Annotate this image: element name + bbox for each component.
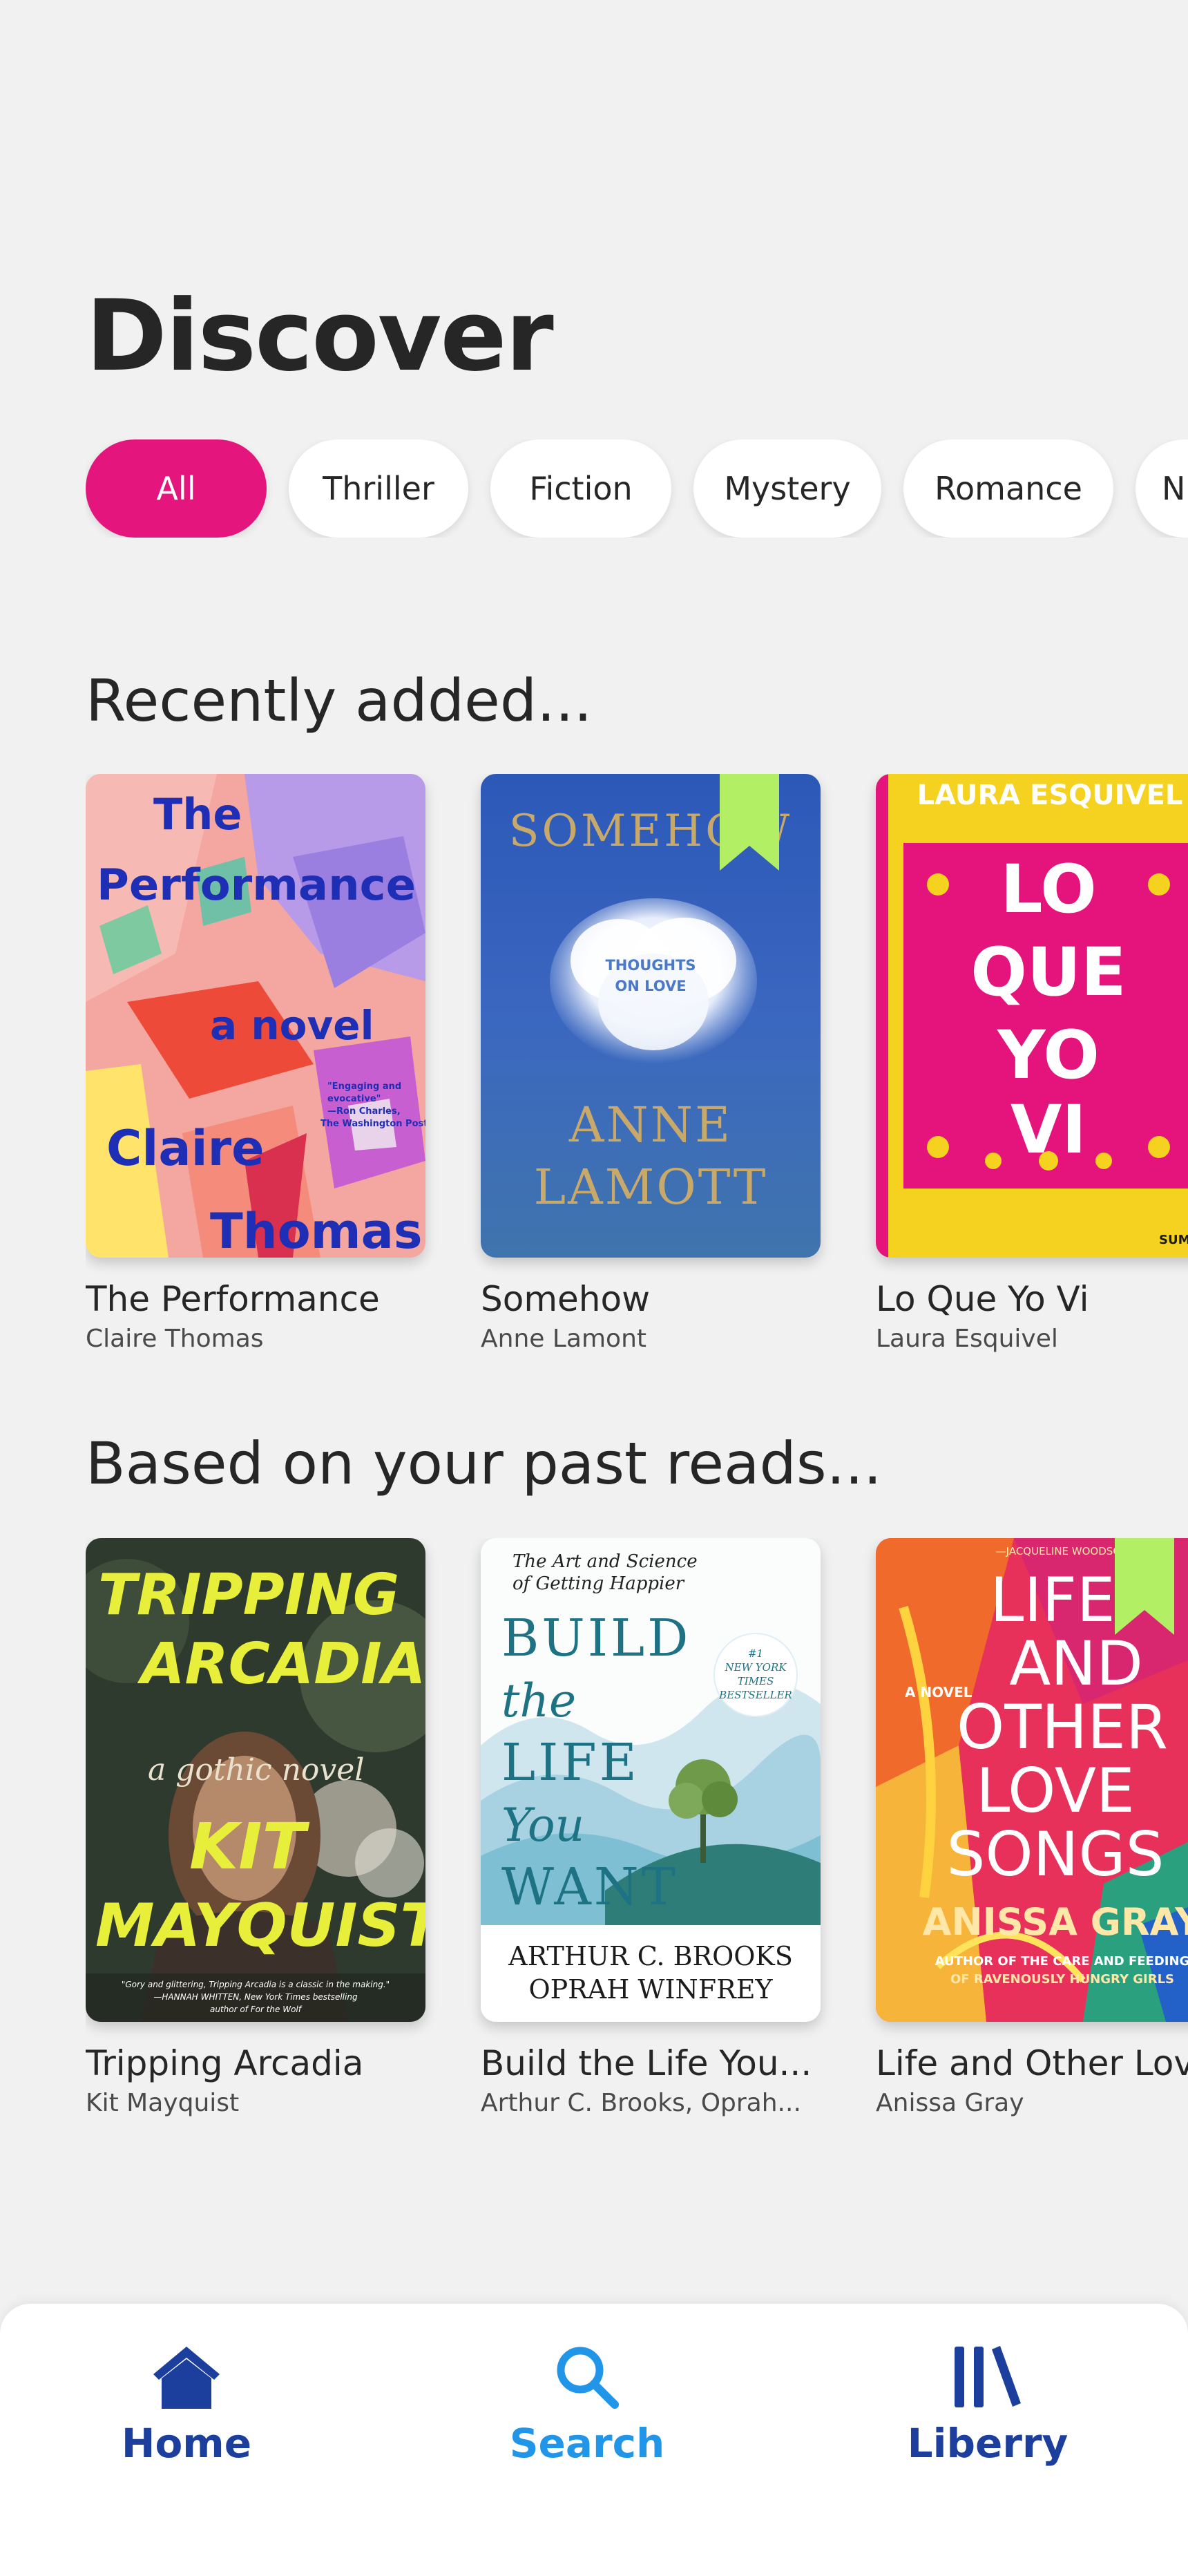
cover-text: LOVE (976, 1755, 1134, 1826)
book-card[interactable]: SOMEHOW ANNE LAMOTT THOUGHTS ON LOVE Som… (481, 774, 821, 1354)
book-title: The Performance (86, 1280, 380, 1319)
book-card[interactable]: TRIPPING ARCADIA KIT MAYQUIST a gothic n… (86, 1538, 425, 2118)
cover-text: LO (1000, 851, 1096, 928)
cover-text: LAMOTT (534, 1159, 768, 1215)
filter-chip-mystery[interactable]: Mystery (693, 439, 881, 538)
cover-text: the (501, 1674, 576, 1727)
cover-text: VI (1010, 1091, 1086, 1168)
cover-text: of Getting Happier (512, 1573, 685, 1594)
cover-text: Thomas (210, 1203, 423, 1258)
recently-added-carousel: The Performance a novel Claire Thomas "E… (86, 774, 1188, 1368)
book-cover[interactable]: TRIPPING ARCADIA KIT MAYQUIST a gothic n… (86, 1538, 425, 2022)
book-cover[interactable]: SOMEHOW ANNE LAMOTT THOUGHTS ON LOVE (481, 774, 821, 1258)
bottom-navigation: Home Search Liberry (0, 2304, 1188, 2576)
filter-chip-partial[interactable]: N (1136, 439, 1188, 538)
page-title: Discover (86, 279, 554, 393)
cover-text: OPRAH WINFREY (528, 1974, 773, 2005)
cover-text: —JACQUELINE WOODSON (996, 1545, 1129, 1557)
cover-text: ARCADIA (137, 1631, 425, 1697)
cover-text: ARTHUR C. BROOKS (508, 1941, 793, 1971)
cover-text: BESTSELLER (718, 1689, 792, 1701)
filter-chip-all[interactable]: All (86, 439, 267, 538)
cover-text: SONGS (946, 1819, 1164, 1890)
nav-label: Home (121, 2420, 252, 2467)
cover-text: ANNE (568, 1097, 732, 1153)
cover-text: AND (1009, 1628, 1143, 1699)
bookmark-icon[interactable] (1115, 1538, 1174, 1635)
search-icon (557, 2347, 619, 2409)
book-card[interactable]: The Art and Science of Getting Happier B… (481, 1538, 821, 2118)
cover-text: OTHER (957, 1692, 1168, 1763)
book-cover[interactable]: —JACQUELINE WOODSON A NOVEL LIFE AND OTH… (876, 1538, 1188, 2022)
cover-text: —Ron Charles, (327, 1106, 401, 1117)
cover-text: OF RAVENOUSLY HUNGRY GIRLS (950, 1972, 1174, 1987)
library-icon (955, 2346, 1021, 2407)
cover-text: NEW YORK (725, 1661, 787, 1674)
book-author: Kit Mayquist (86, 2088, 240, 2117)
cover-text: LIFE (501, 1733, 640, 1792)
cover-text: MAYQUIST (95, 1891, 425, 1960)
bookmark-icon[interactable] (720, 774, 779, 871)
cover-text: You (501, 1799, 584, 1852)
cover-text: evocative" (327, 1094, 381, 1104)
cover-text: LAURA ESQUIVEL (917, 779, 1183, 811)
cover-text: TRIPPING (98, 1562, 399, 1628)
filter-chip-romance[interactable]: Romance (903, 439, 1113, 538)
book-title: Lo Que Yo Vi (876, 1280, 1089, 1319)
book-cover[interactable]: LAURA ESQUIVEL LO QUE YO VI SUMA (876, 774, 1188, 1258)
cover-text: —HANNAH WHITTEN, New York Times bestsell… (153, 1992, 358, 2002)
book-author: Anissa Gray (876, 2088, 1024, 2117)
book-author: Claire Thomas (86, 1324, 264, 1353)
cover-text: a novel (210, 1002, 374, 1049)
cover-text: #1 (748, 1647, 763, 1660)
genre-filter-bar: All Thriller Fiction Mystery Romance N (86, 439, 1188, 538)
book-cover[interactable]: The Performance a novel Claire Thomas "E… (86, 774, 425, 1258)
cover-text: BUILD (501, 1609, 691, 1668)
nav-label: Liberry (907, 2420, 1069, 2467)
nav-label: Search (509, 2420, 665, 2467)
cover-text: The Washington Post (320, 1119, 425, 1129)
cover-text: ANISSA GRAY (923, 1900, 1188, 1944)
home-icon (153, 2347, 220, 2409)
cover-text: "Engaging and (327, 1081, 401, 1092)
section-title-recently-added: Recently added... (86, 667, 593, 735)
cover-text: "Gory and glittering, Tripping Arcadia i… (122, 1980, 390, 1989)
book-card[interactable]: LAURA ESQUIVEL LO QUE YO VI SUMA Lo Que … (876, 774, 1188, 1354)
cover-text: Performance (97, 860, 416, 910)
book-title: Tripping Arcadia (86, 2044, 364, 2083)
cover-text: SUMA (1159, 1233, 1188, 1247)
book-cover[interactable]: The Art and Science of Getting Happier B… (481, 1538, 821, 2022)
cover-text: LIFE (990, 1564, 1115, 1636)
cover-text: WANT (501, 1857, 678, 1917)
cover-text: Claire (106, 1120, 265, 1177)
nav-item-search[interactable]: Search (483, 2344, 691, 2467)
cover-text: author of For the Wolf (210, 2005, 303, 2014)
cover-text: THOUGHTS (605, 957, 696, 974)
book-title: Life and Other Love Songs (876, 2044, 1188, 2083)
cover-text: ON LOVE (615, 978, 686, 994)
book-title: Somehow (481, 1280, 650, 1319)
book-title: Build the Life You... (481, 2044, 812, 2083)
cover-text: KIT (189, 1810, 310, 1884)
nav-item-library[interactable]: Liberry (884, 2344, 1091, 2467)
filter-chip-fiction[interactable]: Fiction (490, 439, 671, 538)
past-reads-carousel: TRIPPING ARCADIA KIT MAYQUIST a gothic n… (86, 1538, 1188, 2132)
book-card[interactable]: The Performance a novel Claire Thomas "E… (86, 774, 425, 1354)
filter-chip-thriller[interactable]: Thriller (289, 439, 468, 538)
cover-text: AUTHOR OF THE CARE AND FEEDING (935, 1954, 1188, 1969)
nav-item-home[interactable]: Home (83, 2344, 290, 2467)
book-author: Arthur C. Brooks, Oprah... (481, 2088, 801, 2117)
book-author: Laura Esquivel (876, 1324, 1058, 1353)
cover-text: QUE (970, 934, 1126, 1011)
cover-text: YO (997, 1016, 1100, 1094)
cover-text: The (153, 789, 242, 840)
cover-text: a gothic novel (148, 1752, 364, 1788)
book-card[interactable]: —JACQUELINE WOODSON A NOVEL LIFE AND OTH… (876, 1538, 1188, 2118)
book-author: Anne Lamont (481, 1324, 646, 1353)
cover-text: The Art and Science (512, 1551, 698, 1572)
cover-text: TIMES (738, 1675, 774, 1687)
section-title-past-reads: Based on your past reads... (86, 1430, 882, 1497)
